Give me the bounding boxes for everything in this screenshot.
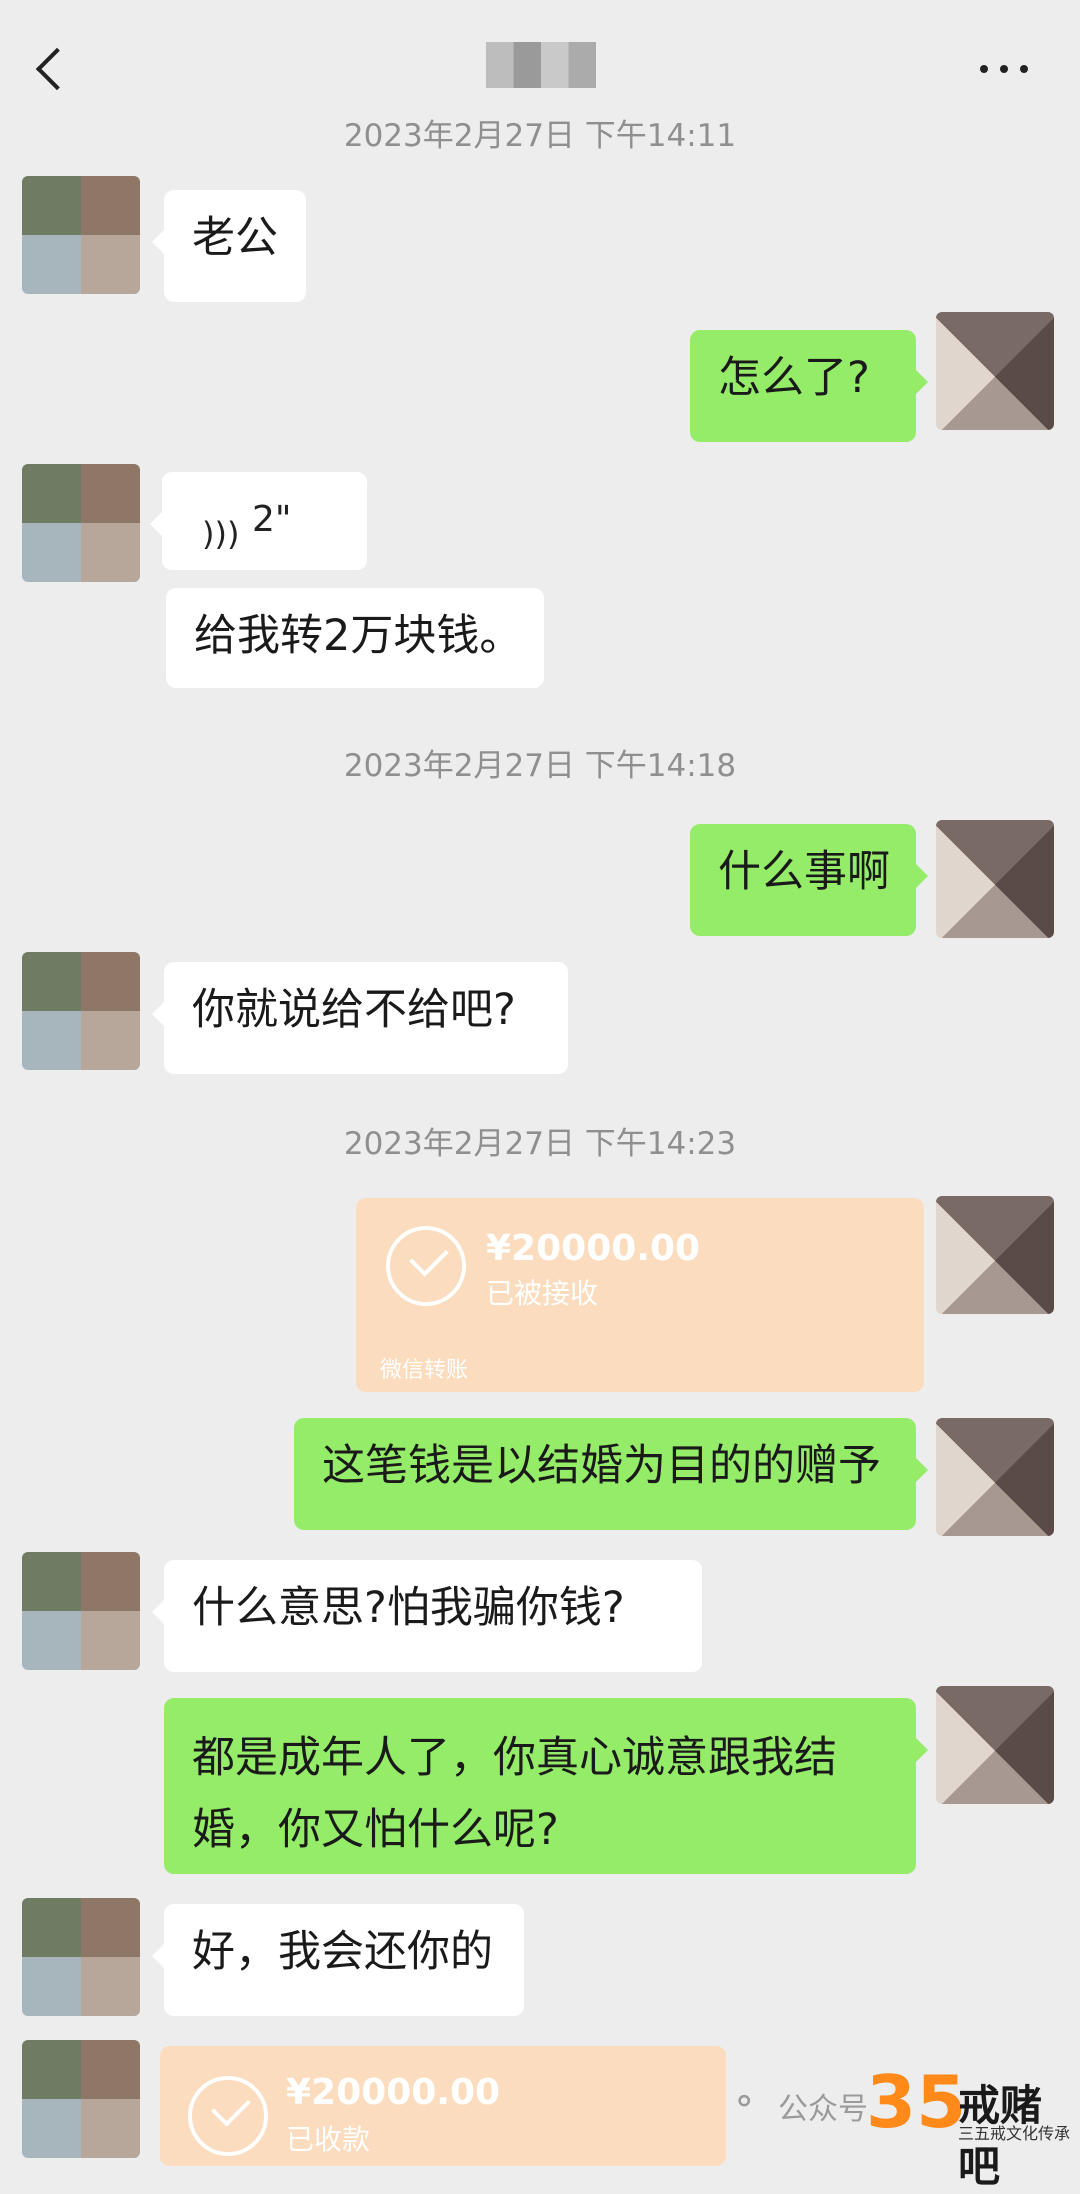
check-circle-icon bbox=[188, 2076, 268, 2156]
voice-wave-icon: ))) bbox=[202, 515, 240, 553]
transfer-footer: 微信转账 bbox=[380, 1358, 469, 1383]
message-bubble[interactable]: 这笔钱是以结婚为目的的赠予 bbox=[294, 1418, 928, 1530]
my-avatar[interactable] bbox=[936, 312, 1054, 430]
my-avatar[interactable] bbox=[936, 1196, 1054, 1314]
message-bubble[interactable]: 你就说给不给吧? bbox=[152, 962, 568, 1074]
contact-avatar[interactable] bbox=[22, 464, 140, 582]
transfer-amount: ¥20000.00 bbox=[286, 2072, 501, 2113]
message-bubble[interactable]: 好，我会还你的 bbox=[152, 1904, 524, 2016]
more-options-button[interactable] bbox=[974, 52, 1034, 82]
message-bubble[interactable]: 给我转2万块钱。 bbox=[166, 588, 544, 688]
contact-avatar[interactable] bbox=[22, 176, 140, 294]
transfer-status: 已被接收 bbox=[486, 1277, 599, 1310]
my-avatar[interactable] bbox=[936, 1418, 1054, 1536]
message-bubble[interactable]: 什么事啊 bbox=[690, 824, 928, 936]
message-bubble[interactable]: 都是成年人了，你真心诚意跟我结婚，你又怕什么呢? bbox=[164, 1698, 928, 1874]
voice-duration: 2" bbox=[252, 499, 292, 540]
watermark-label: 公众号 bbox=[778, 2092, 868, 2127]
message-bubble[interactable]: 怎么了? bbox=[690, 330, 928, 442]
transfer-amount: ¥20000.00 bbox=[486, 1228, 701, 1269]
back-button[interactable] bbox=[30, 42, 70, 92]
contact-avatar[interactable] bbox=[22, 952, 140, 1070]
timestamp: 2023年2月27日 下午14:18 bbox=[343, 748, 737, 784]
chat-title-blurred bbox=[486, 42, 596, 88]
my-avatar[interactable] bbox=[936, 820, 1054, 938]
transfer-card[interactable]: ¥20000.00 已被接收 微信转账 bbox=[356, 1198, 924, 1392]
dot-icon bbox=[1000, 65, 1008, 73]
wechat-icon: ⚬ bbox=[730, 2082, 759, 2122]
contact-avatar[interactable] bbox=[22, 1898, 140, 2016]
message-bubble[interactable]: 什么意思?怕我骗你钱? bbox=[152, 1560, 702, 1672]
timestamp: 2023年2月27日 下午14:11 bbox=[343, 118, 737, 154]
transfer-status: 已收款 bbox=[286, 2123, 371, 2156]
my-avatar[interactable] bbox=[936, 1686, 1054, 1804]
contact-avatar[interactable] bbox=[22, 2040, 140, 2158]
watermark-logo-number: 35 bbox=[866, 2060, 967, 2144]
transfer-card[interactable]: ¥20000.00 已收款 bbox=[160, 2046, 726, 2166]
dot-icon bbox=[1020, 65, 1028, 73]
message-bubble[interactable]: 老公 bbox=[152, 190, 306, 302]
voice-message-bubble[interactable]: ))) 2" bbox=[150, 472, 367, 570]
timestamp: 2023年2月27日 下午14:23 bbox=[343, 1126, 737, 1162]
check-circle-icon bbox=[386, 1226, 466, 1306]
contact-avatar[interactable] bbox=[22, 1552, 140, 1670]
dot-icon bbox=[980, 65, 988, 73]
watermark-slogan: 三五戒文化传承 bbox=[958, 2124, 1071, 2143]
